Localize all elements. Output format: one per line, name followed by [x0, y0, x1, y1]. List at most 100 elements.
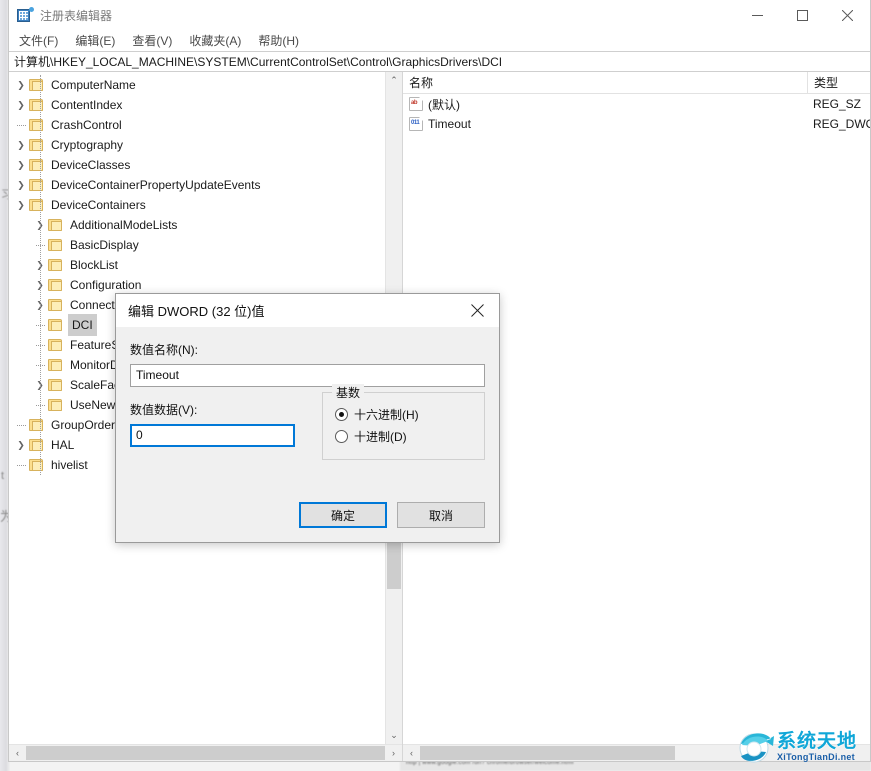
- radio-decimal-label: 十进制(D): [354, 428, 407, 445]
- values-hscroll-track[interactable]: [420, 745, 870, 761]
- value-row[interactable]: ab (默认) REG_SZ: [403, 94, 870, 114]
- folder-icon: [48, 278, 64, 292]
- value-type-cell: REG_DWO: [807, 117, 870, 131]
- value-type-cell: REG_SZ: [807, 97, 870, 111]
- dialog-data-row: 数值数据(V): 0 基数 十六进制(H) 十进制(D): [130, 401, 485, 460]
- radio-hexadecimal[interactable]: 十六进制(H): [335, 403, 472, 425]
- chevron-right-icon[interactable]: ❯: [13, 95, 29, 115]
- value-data-input[interactable]: 0: [130, 424, 295, 447]
- tree-scroll-right-button[interactable]: ›: [385, 745, 402, 761]
- minimize-button[interactable]: [735, 0, 780, 30]
- tree-item-label: Configuration: [70, 275, 141, 295]
- string-value-icon: ab: [409, 97, 423, 111]
- dialog-title-bar: 编辑 DWORD (32 位)值: [116, 294, 499, 327]
- close-button[interactable]: [825, 0, 870, 30]
- value-data-label: 数值数据(V):: [130, 401, 305, 418]
- folder-icon: [29, 98, 45, 112]
- background-text-2: t: [1, 470, 4, 482]
- dialog-buttons: 确定 取消: [299, 502, 485, 528]
- tree-scroll-down-button[interactable]: ⌄: [386, 727, 402, 744]
- value-name-text: Timeout: [428, 117, 471, 131]
- tree-item-computername[interactable]: ❯ComputerName: [9, 75, 402, 95]
- value-name-cell: ab (默认): [403, 96, 807, 113]
- tree-item-label: BasicDisplay: [70, 235, 139, 255]
- radio-hexadecimal-icon: [335, 408, 348, 421]
- value-name-label: 数值名称(N):: [130, 341, 485, 358]
- tree-item-contentindex[interactable]: ❯ ContentIndex: [9, 95, 402, 115]
- tree-item-basicdisplay[interactable]: BasicDisplay: [9, 235, 402, 255]
- value-name-cell: 011 Timeout: [403, 117, 807, 131]
- tree-item-additionalmodelists[interactable]: ❯AdditionalModeLists: [9, 215, 402, 235]
- folder-icon: [29, 118, 45, 132]
- title-bar: 注册表编辑器: [9, 0, 870, 30]
- values-scroll-left-button[interactable]: ‹: [403, 745, 420, 761]
- tree-item-label: BlockList: [70, 255, 118, 275]
- tree-item-label: DCI: [68, 314, 97, 336]
- tree-guide-line: [13, 415, 29, 435]
- folder-icon: [29, 138, 45, 152]
- window-title: 注册表编辑器: [40, 7, 735, 24]
- cancel-button[interactable]: 取消: [397, 502, 485, 528]
- values-horizontal-scrollbar[interactable]: ‹: [403, 744, 870, 761]
- tree-item-configuration[interactable]: ❯Configuration: [9, 275, 402, 295]
- tree-scroll-up-button[interactable]: ⌃: [386, 72, 402, 89]
- menu-bar: 文件(F) 编辑(E) 查看(V) 收藏夹(A) 帮助(H): [9, 30, 870, 51]
- folder-icon: [29, 78, 45, 92]
- folder-icon: [48, 238, 64, 252]
- base-group-label: 基数: [332, 384, 364, 401]
- value-name-text: (默认): [428, 96, 460, 113]
- tree-item-label: Cryptography: [51, 135, 123, 155]
- dialog-body: 数值名称(N): Timeout 数值数据(V): 0 基数 十六进制(H): [116, 327, 499, 542]
- radio-decimal[interactable]: 十进制(D): [335, 425, 472, 447]
- chevron-right-icon[interactable]: ❯: [13, 175, 29, 195]
- menu-file[interactable]: 文件(F): [19, 30, 66, 51]
- menu-help[interactable]: 帮助(H): [258, 30, 307, 51]
- dialog-title: 编辑 DWORD (32 位)值: [116, 301, 455, 320]
- tree-item-label: HAL: [51, 435, 74, 455]
- folder-icon: [29, 158, 45, 172]
- tree-item-blocklist[interactable]: ❯BlockList: [9, 255, 402, 275]
- column-header-name[interactable]: 名称: [403, 72, 807, 94]
- column-header-type[interactable]: 类型: [807, 72, 870, 94]
- folder-icon: [48, 218, 64, 232]
- values-list-header: 名称 类型: [403, 72, 870, 94]
- chevron-right-icon[interactable]: ❯: [13, 75, 29, 95]
- ok-button[interactable]: 确定: [299, 502, 387, 528]
- tree-item-label: DeviceClasses: [51, 155, 130, 175]
- chevron-right-icon[interactable]: ❯: [13, 155, 29, 175]
- maximize-button[interactable]: [780, 0, 825, 30]
- tree-hscroll-thumb[interactable]: [26, 746, 385, 760]
- folder-icon: [48, 358, 64, 372]
- menu-favorites[interactable]: 收藏夹(A): [189, 30, 249, 51]
- tree-horizontal-scrollbar[interactable]: ‹ ›: [9, 744, 402, 761]
- tree-item-devicecontainerpropertyupdateevents[interactable]: ❯DeviceContainerPropertyUpdateEvents: [9, 175, 402, 195]
- tree-scroll-left-button[interactable]: ‹: [9, 745, 26, 761]
- base-radio-group: 基数 十六进制(H) 十进制(D): [322, 392, 485, 460]
- registry-editor-icon: [17, 7, 33, 23]
- dialog-close-icon[interactable]: [455, 294, 499, 327]
- value-name-input[interactable]: Timeout: [130, 364, 485, 387]
- address-path: 计算机\HKEY_LOCAL_MACHINE\SYSTEM\CurrentCon…: [9, 53, 502, 70]
- tree-hscroll-track[interactable]: [26, 745, 385, 761]
- folder-icon: [29, 458, 45, 472]
- tree-item-cryptography[interactable]: ❯ Cryptography: [9, 135, 402, 155]
- chevron-right-icon[interactable]: ❯: [13, 435, 29, 455]
- folder-icon: [29, 418, 45, 432]
- chevron-right-icon[interactable]: ❯: [13, 135, 29, 155]
- tree-item-label: hivelist: [51, 455, 88, 475]
- tree-item-label: ContentIndex: [51, 95, 122, 115]
- address-bar[interactable]: 计算机\HKEY_LOCAL_MACHINE\SYSTEM\CurrentCon…: [9, 51, 870, 72]
- menu-edit[interactable]: 编辑(E): [75, 30, 123, 51]
- dword-value-icon: 011: [409, 117, 423, 131]
- tree-item-devicecontainers[interactable]: ❯DeviceContainers: [9, 195, 402, 215]
- folder-icon: [29, 438, 45, 452]
- tree-item-deviceclasses[interactable]: ❯ DeviceClasses: [9, 155, 402, 175]
- chevron-right-icon[interactable]: ❯: [13, 195, 29, 215]
- tree-guide-line: [13, 455, 29, 475]
- folder-icon: [48, 338, 64, 352]
- tree-item-crashcontrol[interactable]: CrashControl: [9, 115, 402, 135]
- values-hscroll-thumb[interactable]: [420, 746, 675, 760]
- folder-icon: [29, 198, 45, 212]
- value-row[interactable]: 011 Timeout REG_DWO: [403, 114, 870, 134]
- menu-view[interactable]: 查看(V): [132, 30, 180, 51]
